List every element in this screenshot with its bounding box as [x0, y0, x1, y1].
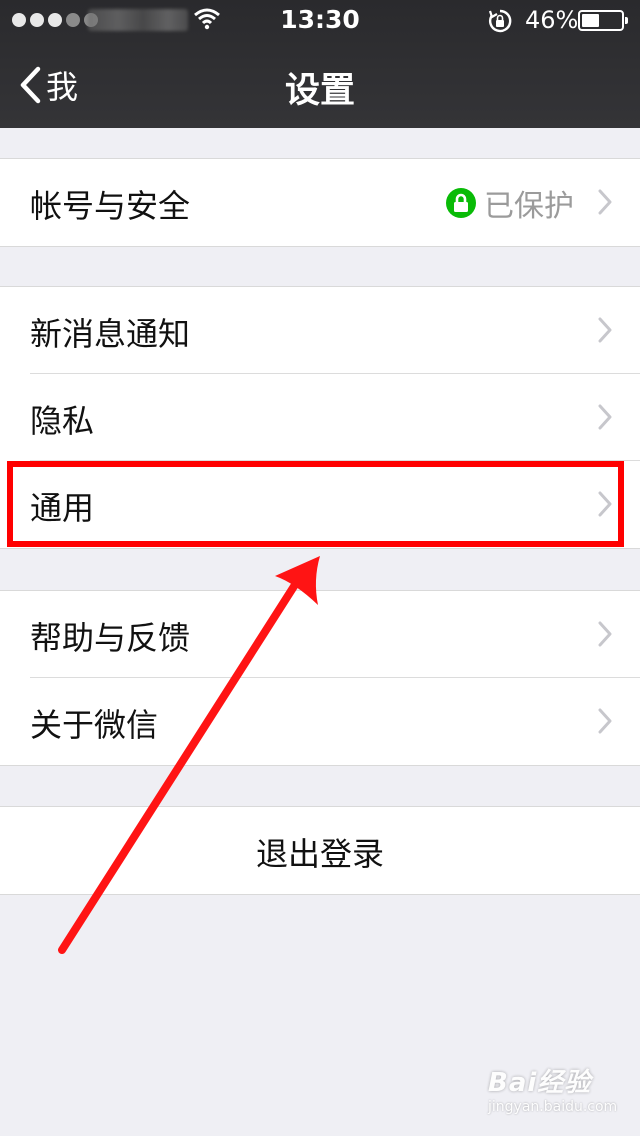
privacy-item[interactable]: 隐私	[0, 373, 640, 461]
status-bar: 13:30 46%	[0, 0, 640, 40]
general-item[interactable]: 通用	[0, 460, 640, 548]
page-title: 设置	[284, 71, 355, 111]
account-security-label: 帐号与安全	[30, 187, 191, 225]
top-bar: 13:30 46% 我 设置	[0, 0, 640, 128]
lock-icon	[446, 188, 476, 218]
battery-percent: 46%	[525, 6, 579, 34]
rotation-lock-icon	[488, 9, 512, 33]
watermark-url: jingyan.baidu.com	[488, 1099, 618, 1115]
chevron-right-icon	[598, 404, 612, 430]
protection-status-text: 已保护	[484, 189, 574, 224]
help-feedback-item[interactable]: 帮助与反馈	[0, 591, 640, 678]
about-wechat-item[interactable]: 关于微信	[0, 677, 640, 765]
new-message-notification-item[interactable]: 新消息通知	[0, 287, 640, 374]
help-feedback-label: 帮助与反馈	[30, 619, 191, 657]
new-message-notification-label: 新消息通知	[30, 315, 191, 353]
navigation-bar: 我 设置	[0, 40, 640, 128]
chevron-right-icon	[598, 708, 612, 734]
chevron-right-icon	[598, 491, 612, 517]
chevron-right-icon	[598, 621, 612, 647]
preferences-group: 新消息通知 隐私 通用	[0, 286, 640, 549]
logout-button[interactable]: 退出登录	[0, 807, 640, 894]
logout-label: 退出登录	[255, 835, 384, 873]
about-wechat-label: 关于微信	[30, 706, 159, 744]
chevron-right-icon	[598, 189, 612, 215]
watermark: Bai经验 jingyan.baidu.com	[488, 1062, 617, 1115]
account-security-item[interactable]: 帐号与安全 已保护	[0, 159, 640, 246]
battery-icon	[578, 10, 628, 31]
battery-level-fill	[582, 14, 600, 27]
account-group: 帐号与安全 已保护	[0, 158, 640, 247]
info-group: 帮助与反馈 关于微信	[0, 590, 640, 766]
general-label: 通用	[30, 489, 95, 527]
logout-group: 退出登录	[0, 806, 640, 895]
watermark-brand: Bai经验	[488, 1068, 592, 1098]
privacy-label: 隐私	[30, 402, 95, 440]
protection-status: 已保护	[446, 181, 574, 225]
chevron-right-icon	[598, 317, 612, 343]
